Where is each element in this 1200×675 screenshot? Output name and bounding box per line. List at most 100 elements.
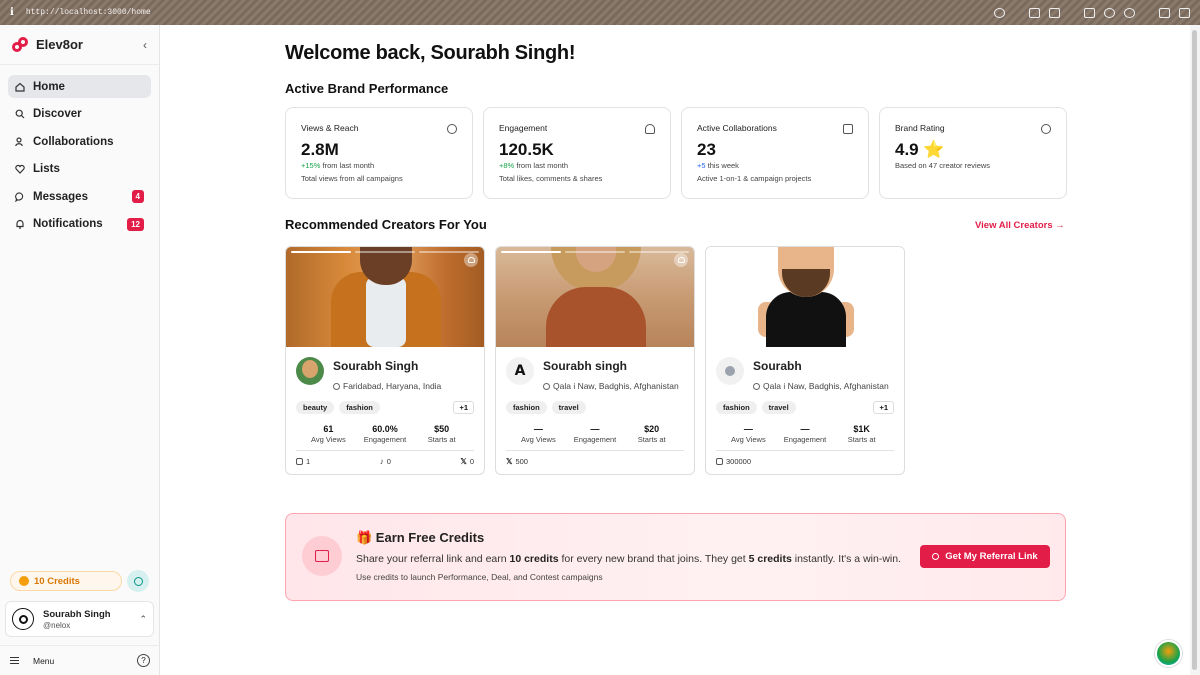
creator-avatar: [716, 357, 744, 385]
home-icon: [15, 82, 25, 92]
favorite-button[interactable]: [464, 253, 478, 267]
language-button[interactable]: [127, 570, 149, 592]
creator-name[interactable]: Sourabh Singh: [333, 359, 441, 373]
notifications-count-badge: 12: [127, 217, 144, 231]
stats-row: Views & Reach 2.8M +15% from last month …: [285, 107, 1067, 199]
creator-metrics: — Avg Views — Engagement $20 Starts at: [506, 424, 684, 444]
metric-label: Avg Views: [520, 434, 556, 444]
camera-icon[interactable]: [1049, 7, 1060, 18]
heart-icon: [645, 124, 655, 134]
globe-icon: [133, 576, 143, 586]
view-all-creators-link[interactable]: View All Creators →: [975, 220, 1065, 231]
metric-label: Engagement: [573, 434, 617, 444]
metric-label: Starts at: [847, 434, 876, 444]
sidebar-item-collaborations[interactable]: Collaborations: [8, 130, 151, 153]
menu-icon[interactable]: [10, 655, 19, 667]
metric-value: —: [533, 423, 543, 434]
favorite-button[interactable]: [674, 253, 688, 267]
floating-avatar-button[interactable]: [1155, 640, 1182, 667]
tag: fashion: [506, 400, 547, 414]
metric-value: 60.0%: [372, 423, 398, 434]
creator-card[interactable]: Sourabh Singh Faridabad, Haryana, India …: [285, 246, 485, 475]
creator-tags: beauty fashion +1: [296, 400, 474, 414]
sidebar-nav: Home Discover Collaborations Lists Messa…: [0, 65, 159, 250]
metric-value: 61: [323, 423, 334, 434]
creator-location: Faridabad, Haryana, India: [333, 380, 441, 393]
creator-avatar: A: [506, 357, 534, 385]
stat-delta: +8% from last month: [499, 161, 569, 170]
metric-value: $50: [434, 423, 450, 434]
avatar: [12, 608, 34, 630]
heart-icon: [15, 164, 25, 174]
user-handle: @nelox: [43, 620, 71, 630]
info-icon[interactable]: i: [10, 7, 14, 18]
page-title: Welcome back, Sourabh Singh!: [285, 42, 576, 64]
screenshot-icon[interactable]: [1029, 7, 1040, 18]
bell-icon: [15, 219, 25, 229]
metric-label: Starts at: [637, 434, 666, 444]
brand-logo-icon: [12, 36, 28, 53]
users-icon: [15, 136, 25, 147]
scrollbar[interactable]: [1190, 25, 1200, 675]
stat-delta: +5 this week: [697, 161, 739, 170]
sidebar-item-label: Discover: [33, 108, 82, 120]
get-referral-link-button[interactable]: Get My Referral Link: [920, 545, 1050, 568]
performance-heading: Active Brand Performance: [285, 81, 449, 96]
crosshair-icon[interactable]: [1124, 7, 1135, 18]
credits-button[interactable]: 10 Credits: [10, 571, 122, 591]
mail-icon[interactable]: [1084, 7, 1095, 18]
user-menu[interactable]: Sourabh Singh @nelox ⌃: [5, 601, 154, 637]
share-icon: [932, 553, 940, 560]
globe-icon: [333, 382, 340, 390]
sidebar-item-messages[interactable]: Messages 4: [8, 185, 151, 208]
user-name: Sourabh Singh: [43, 608, 111, 620]
creator-name[interactable]: Sourabh singh: [543, 359, 679, 373]
credits-row: 10 Credits: [10, 570, 149, 592]
creator-socials: 1 ♪ 0 𝕏0: [296, 449, 474, 466]
globe-icon: [753, 382, 760, 390]
sidebar-item-discover[interactable]: Discover: [8, 103, 151, 126]
creator-card[interactable]: Sourabh Qala i Naw, Badghis, Afghanistan…: [705, 246, 905, 475]
tag: fashion: [716, 400, 757, 414]
more-tags[interactable]: +1: [453, 400, 474, 414]
address-bar[interactable]: http://localhost:3000/home: [26, 8, 151, 17]
gift-icon: [302, 536, 342, 576]
sidebar-item-notifications[interactable]: Notifications 12: [8, 213, 151, 236]
stat-description: Active 1-on-1 & campaign projects: [697, 174, 812, 183]
story-progress: [291, 251, 479, 253]
creator-location: Qala i Naw, Badghis, Afghanistan: [753, 380, 889, 393]
sidebar-item-home[interactable]: Home: [8, 75, 151, 98]
tiktok-count: 0: [386, 456, 391, 466]
tag: travel: [761, 400, 796, 414]
sidebar-toggle-icon[interactable]: [1179, 7, 1190, 18]
stat-delta: Based on 47 creator reviews: [895, 161, 991, 170]
globe-icon[interactable]: [1104, 7, 1115, 18]
sidebar-item-lists[interactable]: Lists: [8, 158, 151, 181]
coin-icon: [19, 576, 29, 586]
chevron-up-icon: ⌃: [139, 613, 147, 624]
metric-label: Avg Views: [310, 434, 346, 444]
creator-name[interactable]: Sourabh: [753, 359, 889, 373]
briefcase-icon: [843, 124, 853, 134]
collapse-sidebar-icon[interactable]: ‹: [143, 38, 147, 52]
metric-label: Starts at: [427, 434, 456, 444]
link-icon[interactable]: [994, 7, 1005, 18]
stat-label: Views & Reach: [301, 123, 359, 133]
creator-photo: [706, 247, 904, 347]
referral-banner: 🎁 Earn Free Credits Share your referral …: [285, 513, 1066, 601]
browser-tools: [994, 7, 1190, 18]
stat-card-engagement: Engagement 120.5K +8% from last month To…: [483, 107, 671, 199]
main-content: Welcome back, Sourabh Singh! Active Bran…: [160, 25, 1190, 675]
creator-card[interactable]: A Sourabh singh Qala i Naw, Badghis, Afg…: [495, 246, 695, 475]
code-icon[interactable]: [1159, 7, 1170, 18]
heart-icon: [467, 257, 475, 263]
brand-name: Elev8or: [36, 37, 83, 52]
stat-label: Active Collaborations: [697, 123, 777, 133]
more-tags[interactable]: +1: [873, 400, 894, 414]
sidebar-item-label: Notifications: [33, 218, 103, 230]
help-icon[interactable]: ?: [137, 654, 150, 667]
menu-label[interactable]: Menu: [33, 656, 54, 666]
x-icon: 𝕏: [506, 456, 513, 466]
x-count: 500: [515, 456, 528, 466]
referral-text: Share your referral link and earn 10 cre…: [356, 553, 901, 565]
